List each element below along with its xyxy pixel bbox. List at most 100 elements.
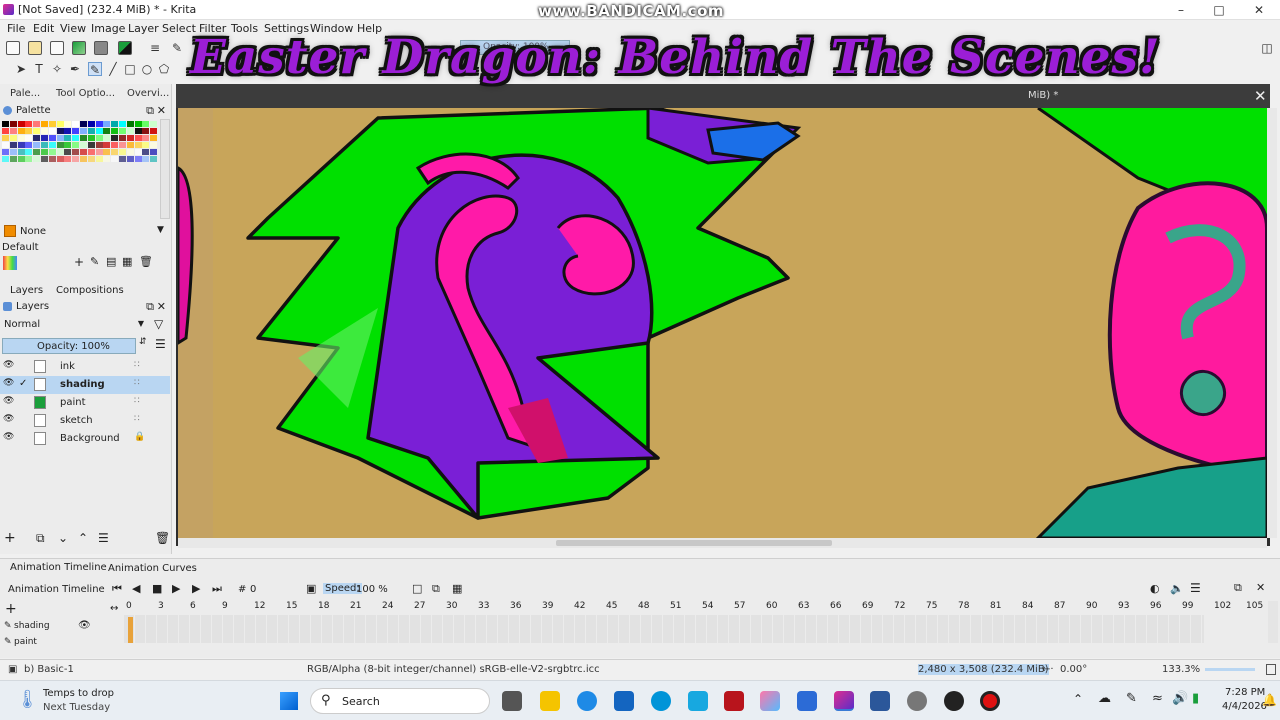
volume-icon[interactable]: 🔊 [1172,691,1188,706]
palette-swatch[interactable] [33,156,41,162]
palette-swatch[interactable] [150,121,158,127]
rotate-icon[interactable]: ←· [1042,664,1054,675]
palette-swatch[interactable] [17,156,25,162]
palette-swatch[interactable] [25,156,33,162]
fill-pattern-icon[interactable]: ≡ [148,41,162,55]
playhead[interactable] [128,617,133,643]
palette-swatch[interactable] [2,142,9,148]
palette-swatch[interactable] [17,135,25,141]
palette-swatch[interactable] [87,142,95,148]
palette-swatch[interactable] [9,142,17,148]
palette-swatch[interactable] [48,156,56,162]
mcafee-icon[interactable] [724,691,744,711]
palette-swatch[interactable] [33,135,41,141]
rectangle-tool-icon[interactable]: □ [123,62,137,76]
palette-swatch[interactable] [9,135,17,141]
blend-mode-select[interactable]: Normal ▼ [2,317,148,332]
brush-tool-icon[interactable]: ✎ [88,62,102,77]
cloud-icon[interactable]: ☁ [1098,691,1111,706]
palette-swatch[interactable] [56,121,64,127]
clock-date[interactable]: 4/4/2026 [1222,701,1267,712]
palette-swatch[interactable] [41,135,48,141]
palette-swatch[interactable] [87,135,95,141]
palette-swatch[interactable] [87,128,95,134]
clock-time[interactable]: 7:28 PM [1225,687,1265,698]
scroll-thumb[interactable] [556,540,832,546]
chevron-up-icon[interactable]: ⌃ [1073,692,1083,706]
ellipse-tool-icon[interactable]: ○ [140,62,154,76]
menu-image[interactable]: Image [91,22,125,35]
layer-row[interactable]: 👁 Background 🔒 [0,430,170,448]
lock-icon[interactable]: 🔒 [134,432,145,442]
palette-swatch[interactable] [64,128,72,134]
close-panel-icon[interactable]: ✕ [157,104,166,117]
palette-swatch[interactable] [64,135,72,141]
palette-swatch[interactable] [95,135,103,141]
palette-swatch[interactable] [95,156,103,162]
palette-swatch[interactable] [25,128,33,134]
tab-palette[interactable]: Pale... [10,88,40,99]
zoom-fit-icon[interactable]: ↔ [110,603,118,614]
palette-swatch[interactable] [25,149,33,155]
add-layer-icon[interactable]: + [4,530,16,546]
mail-icon[interactable] [797,691,817,711]
palette-swatch[interactable] [103,149,111,155]
palette-swatch[interactable] [95,121,103,127]
audio-icon[interactable]: ▣ [306,582,316,595]
zoom-slider[interactable] [1205,668,1255,671]
weather-icon[interactable]: 🌡 [16,689,39,710]
polygon-tool-icon[interactable]: ⬠ [157,62,171,76]
palette-swatch[interactable] [41,128,48,134]
palette-swatch[interactable] [103,128,111,134]
palette-swatch[interactable] [41,142,48,148]
palette-swatch[interactable] [150,142,158,148]
menu-icon[interactable]: ☰ [1190,581,1201,595]
palette-swatch[interactable] [9,128,17,134]
brush-preset-name[interactable]: b) Basic-1 [24,664,74,675]
track-paint[interactable]: ✎ paint [0,636,124,646]
layer-flags-icon[interactable]: ∷ [134,360,140,370]
grid-icon[interactable]: ▦ [122,255,132,268]
palette-swatch[interactable] [9,156,17,162]
layer-flags-icon[interactable]: ∷ [134,414,140,424]
palette-swatch[interactable] [150,128,158,134]
weather-line2[interactable]: Next Tuesday [43,702,110,713]
delete-layer-icon[interactable]: 🗑 [155,531,170,545]
palette-swatch[interactable] [72,135,80,141]
palette-swatch[interactable] [41,121,48,127]
menu-view[interactable]: View [60,22,86,35]
palette-swatch[interactable] [56,156,64,162]
palette-swatch[interactable] [64,121,72,127]
new-document-icon[interactable] [6,41,20,55]
zoom-value[interactable]: 133.3% [1162,664,1200,675]
palette-swatch[interactable] [142,156,150,162]
workspace-icon[interactable]: ◫ [1260,41,1274,55]
start-icon[interactable] [280,692,298,710]
gradient-icon[interactable] [72,41,86,55]
palette-swatch[interactable] [87,149,95,155]
palette-swatch[interactable] [150,156,158,162]
close-document-icon[interactable]: ✕ [1254,87,1267,105]
layer-row[interactable]: 👁 ✓ shading ∷ [0,376,170,394]
document-tab[interactable]: MiB) * [1028,90,1058,101]
layer-row[interactable]: 👁 ink ∷ [0,358,170,376]
palette-swatch[interactable] [72,156,80,162]
prev-frame-icon[interactable]: ◀ [132,582,140,595]
palette-swatch[interactable] [119,121,126,127]
palette-swatch[interactable] [103,142,111,148]
tab-compositions[interactable]: Compositions [56,285,124,296]
palette-swatch[interactable] [33,121,41,127]
frame-input[interactable]: 0 [250,584,256,595]
color-swatch-icon[interactable] [118,41,132,55]
krita-taskbar-icon[interactable] [834,691,854,711]
palette-swatch[interactable] [56,135,64,141]
wifi-icon[interactable]: ≈ [1152,691,1163,706]
palette-swatch[interactable] [111,142,119,148]
hp-icon[interactable] [651,691,671,711]
properties-icon[interactable]: ☰ [98,531,109,545]
palette-swatch[interactable] [126,121,134,127]
palette-swatch[interactable] [41,149,48,155]
add-track-icon[interactable]: + [5,601,17,617]
palette-swatch[interactable] [80,142,87,148]
palette-swatch[interactable] [111,128,119,134]
